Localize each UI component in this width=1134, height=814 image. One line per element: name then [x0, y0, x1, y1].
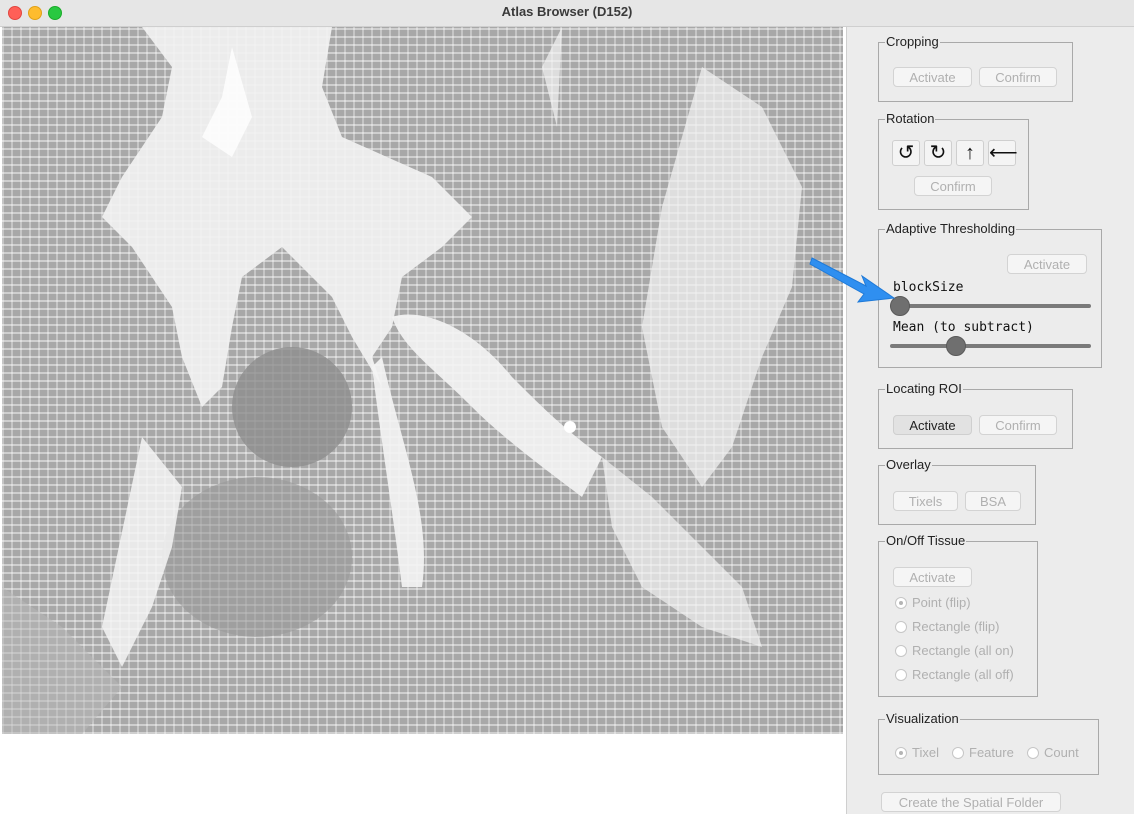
- cropping-title: Cropping: [885, 34, 940, 50]
- radio-label: Tixel: [912, 745, 939, 760]
- title-bar: Atlas Browser (D152): [0, 0, 1134, 27]
- create-spatial-folder-button[interactable]: Create the Spatial Folder: [881, 792, 1061, 812]
- overlay-tixels-button[interactable]: Tixels: [893, 491, 958, 511]
- radio-label: Feature: [969, 745, 1014, 760]
- radio-dot-icon: [895, 621, 907, 633]
- locating-roi-group: Locating ROI Activate Confirm: [878, 381, 1073, 449]
- radio-dot-icon: [1027, 747, 1039, 759]
- flip-up-icon[interactable]: ↑: [956, 140, 984, 166]
- radio-rectangle-all-on[interactable]: Rectangle (all on): [895, 642, 1014, 660]
- radio-rectangle-flip[interactable]: Rectangle (flip): [895, 618, 999, 636]
- rotation-confirm-button[interactable]: Confirm: [914, 176, 992, 196]
- rotate-ccw-icon[interactable]: ↺: [892, 140, 920, 166]
- radio-dot-icon: [895, 747, 907, 759]
- overlay-bsa-button[interactable]: BSA: [965, 491, 1021, 511]
- onoff-activate-button[interactable]: Activate: [893, 567, 972, 587]
- roi-activate-button[interactable]: Activate: [893, 415, 972, 435]
- flip-left-icon[interactable]: ⟵: [988, 140, 1018, 166]
- roi-title: Locating ROI: [885, 381, 963, 397]
- window-title: Atlas Browser (D152): [501, 4, 633, 19]
- radio-label: Rectangle (all off): [912, 667, 1014, 682]
- radio-label: Rectangle (all on): [912, 643, 1014, 658]
- rotation-group: Rotation ↺ ↻ ↑ ⟵ Confirm: [878, 111, 1029, 210]
- radio-dot-icon: [895, 597, 907, 609]
- overlay-group: Overlay Tixels BSA: [878, 457, 1036, 525]
- mean-slider-track[interactable]: [890, 344, 1091, 348]
- mean-label: Mean (to subtract): [893, 320, 1034, 335]
- control-panel: Cropping Activate Confirm Rotation ↺ ↻ ↑…: [847, 27, 1134, 814]
- blue-arrow-icon: [809, 257, 896, 303]
- overlay-title: Overlay: [885, 457, 932, 473]
- mean-slider-thumb[interactable]: [946, 336, 967, 356]
- cropping-confirm-button[interactable]: Confirm: [979, 67, 1057, 87]
- image-canvas[interactable]: [0, 27, 847, 814]
- cropping-activate-button[interactable]: Activate: [893, 67, 972, 87]
- radio-dot-icon: [895, 669, 907, 681]
- adaptive-thresholding-group: Adaptive Thresholding Activate blockSize…: [878, 221, 1102, 368]
- cropping-group: Cropping Activate Confirm: [878, 34, 1073, 102]
- radio-tixel[interactable]: Tixel: [895, 744, 939, 762]
- radio-label: Rectangle (flip): [912, 619, 1000, 634]
- rotate-cw-icon[interactable]: ↻: [924, 140, 952, 166]
- on-off-tissue-group: On/Off Tissue Activate Point (flip) Rect…: [878, 533, 1038, 697]
- radio-dot-icon: [952, 747, 964, 759]
- thresholding-title: Adaptive Thresholding: [885, 221, 1017, 237]
- rotation-title: Rotation: [885, 111, 936, 127]
- onoff-title: On/Off Tissue: [885, 533, 967, 549]
- radio-dot-icon: [895, 645, 907, 657]
- tissue-structures: [2, 27, 802, 734]
- tissue-image: [2, 27, 843, 734]
- roi-confirm-button[interactable]: Confirm: [979, 415, 1057, 435]
- radio-point-flip[interactable]: Point (flip): [895, 594, 971, 612]
- radio-label: Point (flip): [912, 595, 971, 610]
- blocksize-slider-track[interactable]: [890, 304, 1091, 308]
- radio-label: Count: [1044, 745, 1079, 760]
- radio-rectangle-all-off[interactable]: Rectangle (all off): [895, 666, 1014, 684]
- radio-feature[interactable]: Feature: [952, 744, 1014, 762]
- thresholding-activate-button[interactable]: Activate: [1007, 254, 1087, 274]
- visualization-group: Visualization Tixel Feature Count: [878, 711, 1099, 775]
- blocksize-label: blockSize: [893, 280, 964, 295]
- visualization-title: Visualization: [885, 711, 960, 727]
- radio-count[interactable]: Count: [1027, 744, 1079, 762]
